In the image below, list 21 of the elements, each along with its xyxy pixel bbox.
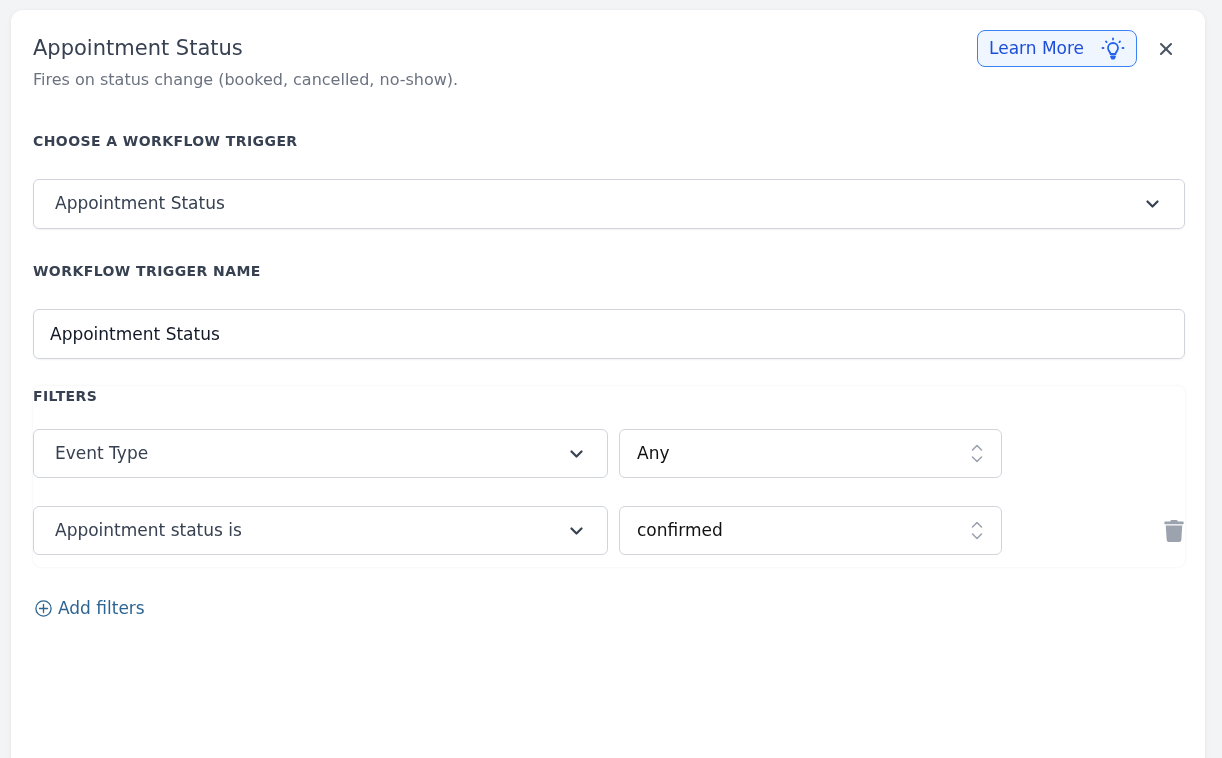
- up-down-chevron-icon: [971, 521, 983, 540]
- up-down-chevron-icon: [971, 444, 983, 463]
- panel-title: Appointment Status: [33, 35, 244, 62]
- filter-field-select[interactable]: Appointment status is: [33, 506, 608, 555]
- trigger-name-label: WORKFLOW TRIGGER NAME: [33, 262, 262, 281]
- trash-icon: [1163, 519, 1185, 542]
- filter-value-select[interactable]: confirmed: [619, 506, 1002, 555]
- lightbulb-icon: [1101, 36, 1125, 61]
- trigger-select[interactable]: Appointment Status: [33, 179, 1185, 229]
- chevron-down-icon: [570, 449, 583, 458]
- add-filters-button[interactable]: Add filters: [35, 596, 145, 620]
- chevron-down-icon: [570, 526, 583, 535]
- trigger-name-input[interactable]: Appointment Status: [33, 309, 1185, 359]
- filter-value-select[interactable]: Any: [619, 429, 1002, 478]
- plus-circle-icon: [35, 599, 52, 617]
- filters-label: FILTERS: [33, 387, 99, 406]
- learn-more-button[interactable]: Learn More: [977, 30, 1137, 67]
- filter-field-select[interactable]: Event Type: [33, 429, 608, 478]
- chevron-down-icon: [1146, 200, 1159, 208]
- panel-subtitle: Fires on status change (booked, cancelled, no-show).: [33, 69, 459, 91]
- trigger-select-label: CHOOSE A WORKFLOW TRIGGER: [33, 132, 299, 151]
